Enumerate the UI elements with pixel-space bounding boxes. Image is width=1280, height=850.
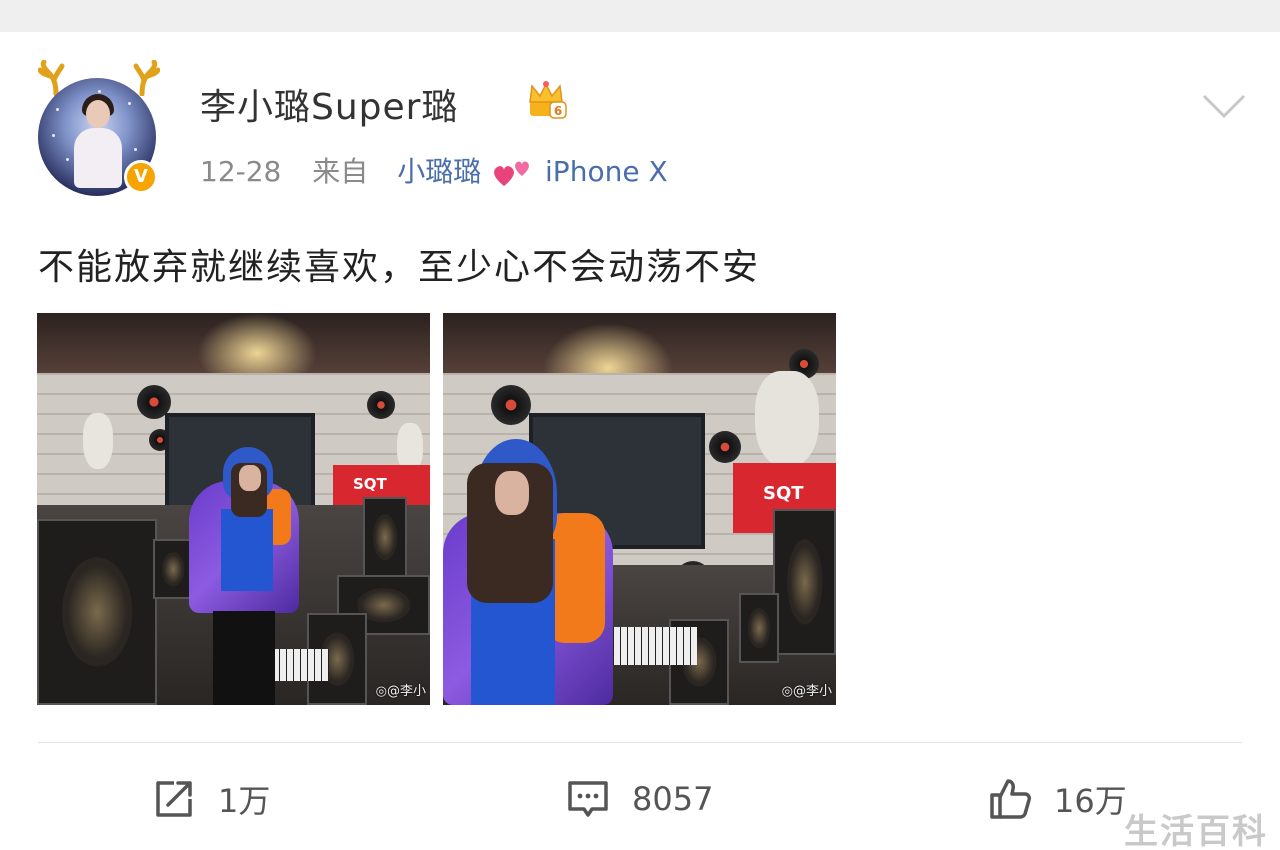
post-text: 不能放弃就继续喜欢，至少心不会动荡不安 [38,247,761,288]
verified-badge: V [124,160,158,194]
top-strip [0,0,1280,32]
username[interactable]: 李小璐Super璐 [200,78,458,130]
from-label: 来自 [312,155,369,188]
photo-watermark: ◎@李小 [375,684,426,699]
comment-button[interactable]: 8057 [566,774,713,824]
share-button[interactable]: 1万 [152,774,270,824]
site-watermark: 生活百科 [1124,812,1268,850]
comment-count: 8057 [632,780,714,818]
photo-watermark: ◎@李小 [781,684,832,699]
hearts-icon [494,161,530,186]
like-button[interactable]: 16万 [988,774,1127,824]
post-photo-2[interactable]: SQT ◎@李小 [443,313,836,705]
post-meta: 12-28 来自 小璐璐 iPhone X [200,150,668,190]
like-count: 16万 [1054,782,1127,820]
post-photo-1[interactable]: SQT ◎@李小 [37,313,430,705]
comment-icon [568,781,608,817]
post-time: 12-28 [200,155,282,188]
source-link[interactable]: 小璐璐 iPhone X [397,155,667,188]
divider [38,742,1242,743]
svg-text:6: 6 [554,104,562,118]
source-device: iPhone X [545,155,668,188]
source-prefix: 小璐璐 [397,155,482,188]
share-icon [156,781,192,817]
crown-vip-icon[interactable]: 6 [524,78,568,122]
avatar-container[interactable]: V [38,60,160,200]
chevron-down-icon[interactable] [1200,92,1248,120]
like-icon [990,779,1031,819]
share-count: 1万 [218,782,271,820]
